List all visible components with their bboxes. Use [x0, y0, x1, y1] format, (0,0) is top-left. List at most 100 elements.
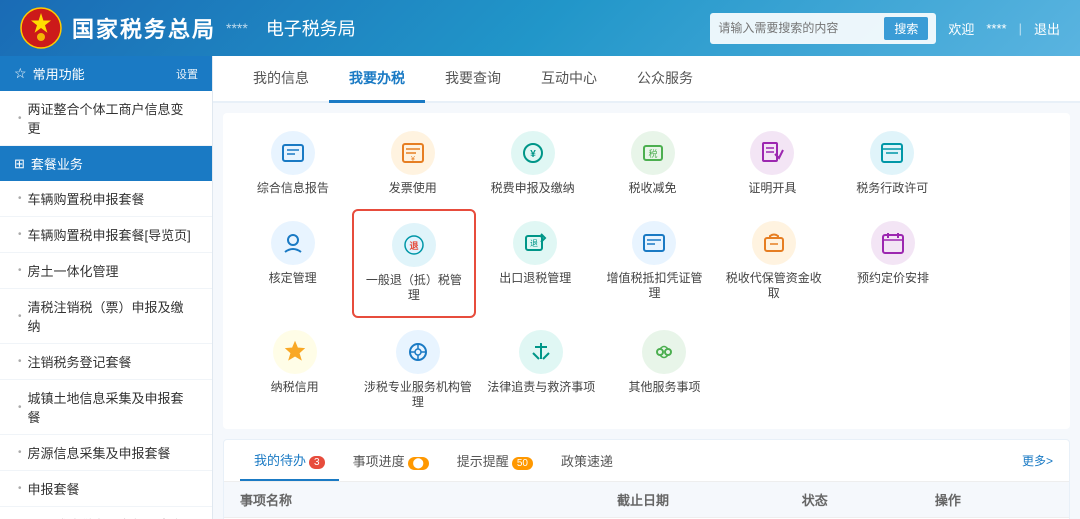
tab-myinfo[interactable]: 我的信息 — [233, 56, 329, 103]
sidebar-item-label: 房源信息采集及申报套餐 — [28, 443, 171, 462]
bullet-icon: • — [18, 447, 22, 458]
bullet-icon: • — [18, 356, 22, 367]
func-xingzheng[interactable]: 税务行政许可 — [832, 119, 952, 209]
col-name: 事项名称 — [224, 482, 601, 518]
func-shuifei[interactable]: ¥ 税费申报及缴纳 — [473, 119, 593, 209]
jianmian-icon: 税 — [631, 131, 675, 175]
func-label: 综合信息报告 — [257, 181, 329, 197]
header-right: 搜索 欢迎 **** | 退出 — [710, 13, 1060, 44]
todo-more-link[interactable]: 更多> — [1022, 452, 1053, 469]
bullet-icon: • — [18, 113, 22, 124]
svg-text:税: 税 — [648, 148, 657, 159]
sidebar-item-label: 城镇土地信息采集及申报套餐 — [28, 388, 194, 426]
sidebar-setting[interactable]: 设置 — [176, 66, 198, 82]
bullet-icon: • — [18, 193, 22, 204]
func-chukou[interactable]: 退 出口退税管理 — [476, 209, 595, 318]
search-box: 搜索 — [710, 13, 936, 44]
package-icon: ⊞ — [14, 156, 25, 172]
func-heding[interactable]: 核定管理 — [233, 209, 352, 318]
func-nashui[interactable]: 纳税信用 — [233, 318, 356, 423]
nashui-icon — [273, 330, 317, 374]
qita-icon — [642, 330, 686, 374]
func-placeholder5 — [949, 318, 1060, 423]
sidebar-item-kuaqu1[interactable]: • 跨区域涉税事项套餐（本市去... — [0, 507, 212, 519]
sidebar-item-fangyuan[interactable]: • 房源信息采集及申报套餐 — [0, 435, 212, 471]
todo-tab-pending[interactable]: 我的待办3 — [240, 440, 339, 481]
func-label: 发票使用 — [389, 181, 437, 197]
svg-text:¥: ¥ — [530, 149, 536, 160]
sidebar-item-lianzheng[interactable]: • 两证整合个体工商户信息变更 — [0, 91, 212, 146]
func-label: 核定管理 — [269, 271, 317, 287]
todo-tab-progress[interactable]: 事项进度⬤ — [339, 441, 443, 480]
header-divider: | — [1019, 21, 1022, 36]
func-label: 税费申报及缴纳 — [491, 181, 575, 197]
func-jianmian[interactable]: 税 税收减免 — [593, 119, 713, 209]
sidebar-item-label: 清税注销税（票）申报及缴纳 — [28, 297, 194, 335]
func-zengshuizeng[interactable]: 增值税抵扣凭证管理 — [595, 209, 714, 318]
func-sheshui[interactable]: 涉税专业服务机构管理 — [356, 318, 479, 423]
todo-tab-remind[interactable]: 提示提醒50 — [443, 441, 547, 480]
tab-tax[interactable]: 我要办税 — [329, 56, 425, 103]
fapiao-icon: ¥ — [391, 131, 435, 175]
header: 国家税务总局 **** 电子税务局 搜索 欢迎 **** | 退出 — [0, 0, 1080, 56]
sidebar-item-qingshui[interactable]: • 清税注销税（票）申报及缴纳 — [0, 289, 212, 344]
sidebar-item-label: 房土一体化管理 — [28, 261, 119, 280]
function-row1: 综合信息报告 ¥ 发票使用 ¥ 税费申报及缴纳 — [233, 119, 1060, 209]
search-input[interactable] — [718, 21, 878, 35]
func-placeholder3 — [726, 318, 837, 423]
logout-button[interactable]: 退出 — [1034, 19, 1060, 38]
heding-icon — [271, 221, 315, 265]
tab-interact[interactable]: 互动中心 — [521, 56, 617, 103]
main-layout: ☆ 常用功能 设置 • 两证整合个体工商户信息变更 ⊞ 套餐业务 • 车辆购置税… — [0, 56, 1080, 519]
func-zhengming[interactable]: 证明开具 — [712, 119, 832, 209]
sidebar-item-shenbao[interactable]: • 申报套餐 — [0, 471, 212, 507]
sidebar-item-cheliang1[interactable]: • 车辆购置税申报套餐 — [0, 181, 212, 217]
func-placeholder4 — [837, 318, 948, 423]
yiban-icon: 退 — [392, 223, 436, 267]
func-falv[interactable]: 法律追责与救济事项 — [480, 318, 603, 423]
welcome-text: 欢迎 — [948, 19, 974, 38]
sidebar-item-label: 跨区域涉税事项套餐（本市去... — [28, 515, 194, 519]
logo-emblem — [20, 7, 62, 49]
func-fapiao[interactable]: ¥ 发票使用 — [353, 119, 473, 209]
func-label: 增值税抵扣凭证管理 — [601, 271, 708, 302]
top-nav: 我的信息 我要办税 我要查询 互动中心 公众服务 — [213, 56, 1080, 103]
todo-table: 事项名称 截止日期 状态 操作 应申报提醒 详情 — [224, 482, 1069, 519]
badge-remind: 50 — [512, 457, 533, 470]
zhengming-icon — [750, 131, 794, 175]
func-label: 出口退税管理 — [499, 271, 571, 287]
bullet-icon: • — [18, 265, 22, 276]
col-status: 状态 — [786, 482, 919, 518]
svg-text:退: 退 — [530, 239, 538, 248]
func-yueyue[interactable]: 预约定价安排 — [833, 209, 952, 318]
star-icon: ☆ — [14, 65, 27, 82]
todo-tab-policy[interactable]: 政策速递 — [547, 441, 627, 480]
func-zhonghe[interactable]: 综合信息报告 — [233, 119, 353, 209]
tab-public[interactable]: 公众服务 — [617, 56, 713, 103]
sidebar: ☆ 常用功能 设置 • 两证整合个体工商户信息变更 ⊞ 套餐业务 • 车辆购置税… — [0, 56, 213, 519]
func-yiban[interactable]: 退 一般退（抵）税管理 — [352, 209, 475, 318]
sidebar-item-label: 两证整合个体工商户信息变更 — [28, 99, 194, 137]
sidebar-item-zhuxiao[interactable]: • 注销税务登记套餐 — [0, 344, 212, 380]
sidebar-package-header: ⊞ 套餐业务 — [0, 146, 212, 181]
function-row3: 纳税信用 涉税专业服务机构管理 法律追责与救济事项 — [233, 318, 1060, 423]
func-qita[interactable]: 其他服务事项 — [603, 318, 726, 423]
xingzheng-icon — [870, 131, 914, 175]
func-label: 一般退（抵）税管理 — [360, 273, 467, 304]
org-name: **** — [226, 20, 248, 36]
header-subtitle: 电子税务局 — [266, 15, 356, 41]
sidebar-item-chengzhen[interactable]: • 城镇土地信息采集及申报套餐 — [0, 380, 212, 435]
username-text: **** — [986, 21, 1006, 36]
sidebar-item-fangtu[interactable]: • 房土一体化管理 — [0, 253, 212, 289]
badge-progress: ⬤ — [408, 457, 429, 470]
func-label: 税务行政许可 — [856, 181, 928, 197]
function-panel: 综合信息报告 ¥ 发票使用 ¥ 税费申报及缴纳 — [223, 113, 1070, 429]
func-label: 税收代保管资金收取 — [720, 271, 827, 302]
func-label: 税收减免 — [629, 181, 677, 197]
tab-query[interactable]: 我要查询 — [425, 56, 521, 103]
logo-area: 国家税务总局 **** 电子税务局 — [20, 7, 356, 49]
sidebar-item-cheliang2[interactable]: • 车辆购置税申报套餐[导览页] — [0, 217, 212, 253]
search-button[interactable]: 搜索 — [884, 17, 928, 40]
sidebar-common-header: ☆ 常用功能 设置 — [0, 56, 212, 91]
func-daibao[interactable]: 税收代保管资金收取 — [714, 209, 833, 318]
